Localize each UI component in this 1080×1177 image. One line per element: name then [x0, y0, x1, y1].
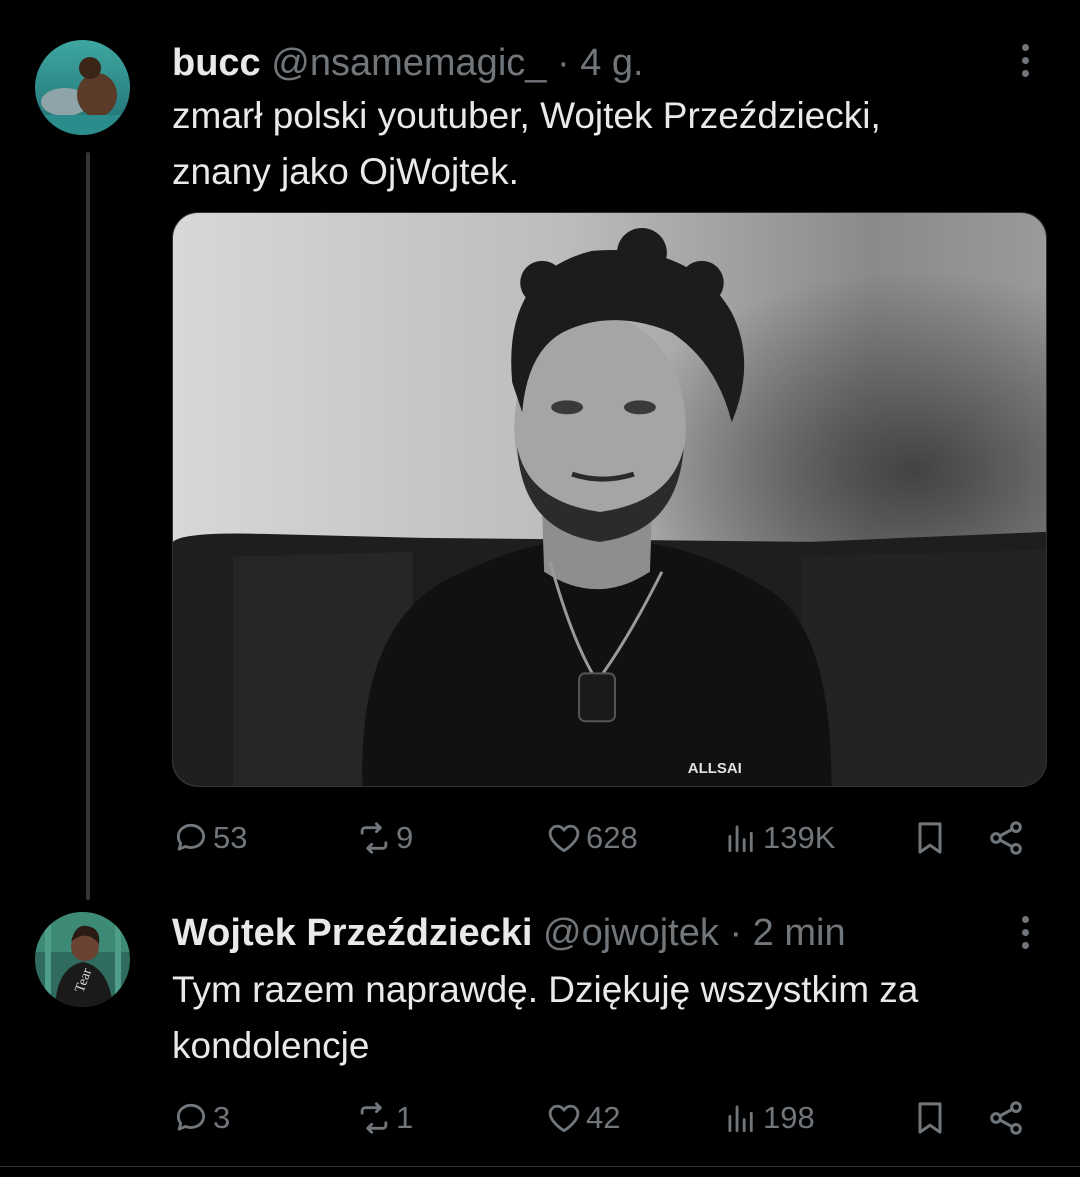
- share-button[interactable]: [986, 808, 1026, 868]
- more-options-icon[interactable]: [1005, 914, 1045, 954]
- tweet-text-line: kondolencje: [172, 1025, 370, 1066]
- separator-dot: ·: [556, 42, 570, 84]
- heart-icon: [548, 824, 580, 853]
- views-button[interactable]: 198: [722, 1088, 815, 1148]
- share-button[interactable]: [986, 1088, 1026, 1148]
- author-name[interactable]: bucc: [172, 42, 261, 84]
- views-chart-icon: [728, 1105, 753, 1133]
- action-bar: 53 9 628 139K: [0, 808, 1080, 868]
- thread-connector-line: [86, 152, 90, 900]
- like-button[interactable]: 42: [545, 1088, 620, 1148]
- tweet-text-line: znany jako OjWojtek.: [172, 151, 519, 192]
- repost-count: 1: [396, 1100, 414, 1135]
- view-count: 139K: [763, 820, 836, 855]
- bookmark-button[interactable]: [910, 808, 950, 868]
- author-handle[interactable]: @nsamemagic_: [271, 42, 546, 84]
- divider: [0, 1166, 1080, 1167]
- repost-icon: [360, 1102, 388, 1134]
- reply-count: 3: [213, 1100, 231, 1135]
- tweet-text-line: Tym razem naprawdę. Dziękuję wszystkim z…: [172, 969, 919, 1010]
- views-chart-icon: [728, 825, 753, 853]
- share-icon: [990, 821, 1022, 855]
- like-count: 42: [586, 1100, 621, 1135]
- like-button[interactable]: 628: [545, 808, 638, 868]
- portrait-photo-icon: ALLSAI: [173, 213, 1046, 786]
- avatar-photo-icon: [35, 40, 130, 135]
- like-count: 628: [586, 820, 638, 855]
- repost-button[interactable]: 9: [355, 808, 413, 868]
- view-count: 198: [763, 1100, 815, 1135]
- more-options-icon[interactable]: [1005, 42, 1045, 82]
- tweet-text: zmarł polski youtuber, Wojtek Przeździec…: [172, 88, 881, 200]
- bookmark-icon: [918, 1102, 942, 1134]
- heart-icon: [548, 1104, 580, 1133]
- bookmark-button[interactable]: [910, 1088, 950, 1148]
- separator-dot: ·: [729, 912, 743, 954]
- bookmark-icon: [918, 822, 942, 854]
- repost-count: 9: [396, 820, 414, 855]
- reply-button[interactable]: 53: [172, 808, 247, 868]
- avatar[interactable]: Tear: [35, 912, 130, 1007]
- avatar-photo-icon: Tear: [35, 912, 130, 1007]
- reply-icon: [176, 823, 206, 851]
- repost-button[interactable]: 1: [355, 1088, 413, 1148]
- tweet-photo[interactable]: ALLSAI: [172, 212, 1047, 787]
- avatar[interactable]: [35, 40, 130, 135]
- share-icon: [990, 1101, 1022, 1135]
- reply-count: 53: [213, 820, 248, 855]
- reply-button[interactable]: 3: [172, 1088, 230, 1148]
- views-button[interactable]: 139K: [722, 808, 835, 868]
- reply-icon: [176, 1103, 206, 1131]
- tweet-text: Tym razem naprawdę. Dziękuję wszystkim z…: [172, 962, 918, 1074]
- tweet-header: bucc @nsamemagic_ · 4 g.: [172, 40, 644, 86]
- repost-icon: [360, 822, 388, 854]
- author-handle[interactable]: @ojwojtek: [543, 912, 719, 954]
- tweet-header: Wojtek Przeździecki @ojwojtek · 2 min: [172, 910, 846, 956]
- timestamp[interactable]: 2 min: [753, 912, 846, 954]
- shirt-print-text: ALLSAI: [688, 760, 742, 777]
- action-bar: 3 1 42 198: [0, 1088, 1080, 1148]
- author-name[interactable]: Wojtek Przeździecki: [172, 912, 532, 954]
- tweet-text-line: zmarł polski youtuber, Wojtek Przeździec…: [172, 95, 881, 136]
- timestamp[interactable]: 4 g.: [580, 42, 643, 84]
